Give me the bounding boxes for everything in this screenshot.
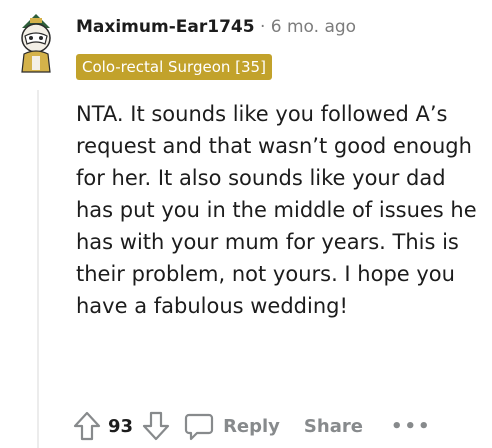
comment-body: NTA. It sounds like you followed A’s req… bbox=[76, 102, 477, 318]
upvote-icon[interactable] bbox=[72, 410, 102, 442]
user-flair: Colo-rectal Surgeon [35] bbox=[76, 54, 272, 80]
vote-count: 93 bbox=[108, 415, 134, 437]
comment-actions: 93 Reply Share ••• bbox=[72, 406, 431, 446]
meta-separator: · bbox=[259, 17, 266, 37]
avatar[interactable] bbox=[14, 10, 58, 76]
username[interactable]: Maximum-Ear1745 bbox=[76, 17, 255, 37]
comment-meta: Maximum-Ear1745 · 6 mo. ago bbox=[76, 15, 356, 39]
reply-label: Reply bbox=[223, 415, 280, 437]
thread-line[interactable] bbox=[37, 90, 39, 448]
comment-card: Maximum-Ear1745 · 6 mo. ago Colo-rectal … bbox=[0, 0, 492, 448]
comment-age[interactable]: 6 mo. ago bbox=[271, 17, 356, 37]
reply-icon bbox=[183, 410, 215, 442]
share-button[interactable]: Share bbox=[304, 416, 363, 437]
downvote-icon[interactable] bbox=[141, 410, 171, 442]
more-icon[interactable]: ••• bbox=[391, 416, 432, 437]
reply-button[interactable]: Reply bbox=[183, 410, 280, 442]
